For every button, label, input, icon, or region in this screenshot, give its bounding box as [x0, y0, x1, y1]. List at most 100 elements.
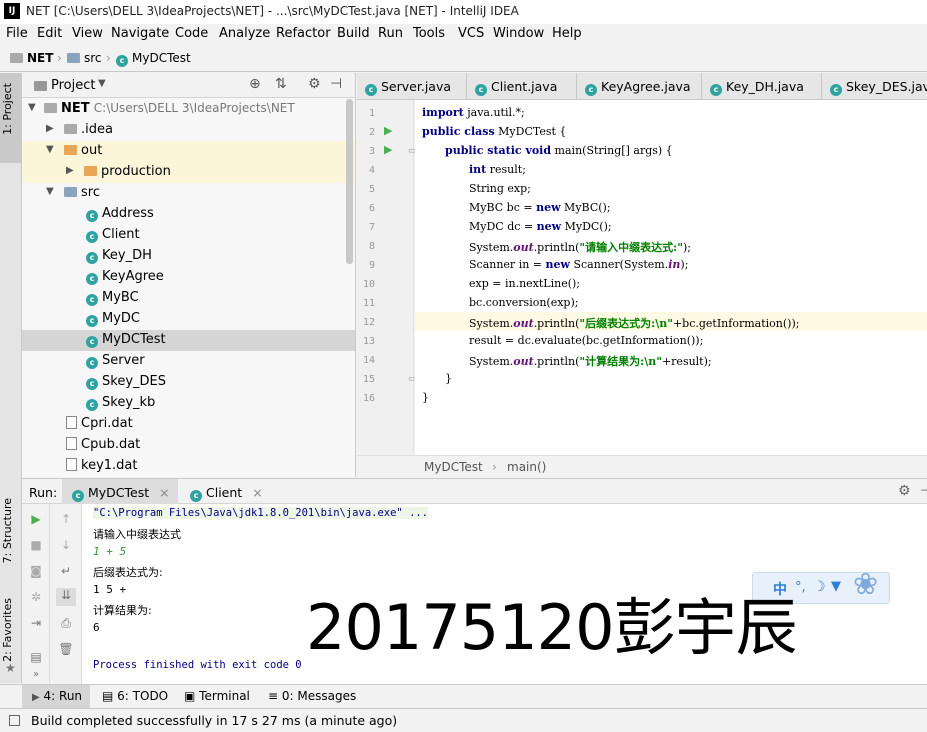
tree-item-src[interactable]: ▼ src: [22, 183, 355, 204]
tree-item-out[interactable]: ▼ out: [22, 141, 355, 162]
breadcrumb-project[interactable]: NET: [10, 51, 53, 65]
run-tab-client[interactable]: c Client ×: [180, 479, 280, 504]
camera-icon[interactable]: ◙: [28, 564, 44, 578]
tree-item-file[interactable]: Cpub.dat: [22, 435, 355, 456]
class-icon: c: [86, 336, 98, 348]
run-tab-mydctest[interactable]: c MyDCTest ×: [62, 479, 178, 504]
collapse-icon[interactable]: ⇅: [275, 76, 287, 92]
console-exit-message: Process finished with exit code 0: [93, 659, 302, 671]
console-output: 请输入中缀表达式: [93, 528, 181, 541]
tree-item-class[interactable]: c Address: [22, 204, 355, 225]
menu-analyze[interactable]: Analyze: [219, 26, 270, 41]
tab-key-dh[interactable]: c Key_DH.java: [702, 73, 822, 99]
project-view-title[interactable]: Project: [51, 78, 95, 93]
crumb-class[interactable]: MyDCTest: [424, 460, 483, 474]
menu-help[interactable]: Help: [552, 26, 582, 41]
run-class-icon[interactable]: ▶: [384, 124, 392, 137]
tree-item-production[interactable]: ▶ production: [22, 162, 355, 183]
rerun-icon[interactable]: ▶: [28, 512, 44, 526]
tree-item-net[interactable]: ▼ NET C:\Users\DELL 3\IdeaProjects\NET: [22, 99, 355, 120]
exit-icon[interactable]: ⇥: [28, 616, 44, 630]
chevron-down-icon[interactable]: ▼: [98, 78, 106, 89]
print-icon[interactable]: ⎙: [58, 616, 74, 630]
breadcrumb-src[interactable]: src: [67, 51, 102, 65]
tree-item-class[interactable]: c MyBC: [22, 288, 355, 309]
tab-keyagree[interactable]: c KeyAgree.java: [577, 73, 702, 99]
tab-client[interactable]: c Client.java: [467, 73, 577, 99]
code-editor[interactable]: import java.util.*; public class MyDCTes…: [415, 100, 927, 455]
menu-view[interactable]: View: [72, 26, 103, 41]
code-line: String exp;: [469, 182, 531, 195]
menu-refactor[interactable]: Refactor: [276, 26, 331, 41]
stop-icon[interactable]: ■: [28, 538, 44, 552]
run-main-icon[interactable]: ▶: [384, 143, 392, 156]
tool-tab-terminal[interactable]: ▣ Terminal: [184, 689, 250, 703]
tree-item-class[interactable]: c Key_DH: [22, 246, 355, 267]
arrow-down-icon[interactable]: ↓: [58, 538, 74, 552]
close-icon[interactable]: ×: [159, 485, 169, 500]
chevron-down-icon[interactable]: ▼: [28, 102, 36, 113]
project-panel-header: Project ▼ ⊕ ⇅ ⚙ ⊣: [22, 73, 355, 98]
tree-item-file[interactable]: key1.dat: [22, 456, 355, 477]
tree-item-class[interactable]: c MyDC: [22, 309, 355, 330]
window-title: NET [C:\Users\DELL 3\IdeaProjects\NET] -…: [26, 4, 519, 18]
punctuation-icon[interactable]: °,: [795, 580, 806, 595]
scroll-to-end-icon[interactable]: ⇊: [56, 588, 76, 606]
class-icon: c: [86, 273, 98, 285]
crumb-method[interactable]: main(): [507, 460, 546, 474]
tree-item-class[interactable]: c Skey_kb: [22, 393, 355, 414]
favorites-tool-tab[interactable]: 2: Favorites ★: [0, 593, 21, 683]
tab-server[interactable]: c Server.java: [357, 73, 467, 99]
editor-breadcrumbs: MyDCTest › main(): [357, 455, 927, 477]
console-input: 1 + 5: [93, 545, 127, 558]
status-icon[interactable]: [9, 715, 20, 726]
gear-icon[interactable]: ⚙: [898, 483, 911, 499]
close-icon[interactable]: ×: [252, 485, 262, 500]
menu-edit[interactable]: Edit: [37, 26, 62, 41]
settings-icon[interactable]: ✲: [28, 590, 44, 604]
chevron-right-icon: ›: [106, 51, 111, 65]
project-tool-tab[interactable]: 1: Project: [0, 73, 21, 163]
tool-tab-todo[interactable]: ▤ 6: TODO: [102, 689, 168, 703]
class-icon: c: [585, 84, 597, 96]
menu-run[interactable]: Run: [378, 26, 403, 41]
tree-item-class[interactable]: c Skey_DES: [22, 372, 355, 393]
arrow-up-icon[interactable]: ↑: [58, 512, 74, 526]
moon-icon[interactable]: ☽: [813, 579, 826, 595]
menu-build[interactable]: Build: [337, 26, 370, 41]
chevron-down-icon[interactable]: ▼: [46, 186, 54, 197]
tree-item-idea[interactable]: ▶ .idea: [22, 120, 355, 141]
menu-file[interactable]: File: [6, 26, 28, 41]
tab-skey-des[interactable]: cSkey_DES.java: [822, 73, 927, 99]
tool-tab-messages[interactable]: ≡ 0: Messages: [268, 689, 356, 703]
tree-item-file[interactable]: Cpri.dat: [22, 414, 355, 435]
tree-item-class[interactable]: c Server: [22, 351, 355, 372]
menu-tools[interactable]: Tools: [413, 26, 445, 41]
trash-icon[interactable]: 🗑: [58, 642, 74, 656]
project-scrollbar[interactable]: [346, 99, 353, 264]
tool-tab-run[interactable]: ▶ 4: Run: [22, 685, 90, 708]
tree-item-selected[interactable]: c MyDCTest: [22, 330, 355, 351]
structure-tool-tab[interactable]: 7: Structure: [0, 493, 21, 583]
hide-icon[interactable]: ⊣: [330, 76, 342, 92]
chevron-right-icon[interactable]: ▶: [66, 165, 74, 176]
layout-icon[interactable]: ▤: [28, 650, 44, 664]
tree-item-class[interactable]: c KeyAgree: [22, 267, 355, 288]
menu-code[interactable]: Code: [175, 26, 208, 41]
chevron-right-icon[interactable]: ▶: [46, 123, 54, 134]
skin-icon[interactable]: ▼: [831, 579, 841, 594]
locate-icon[interactable]: ⊕: [249, 76, 261, 92]
tree-item-class[interactable]: c Client: [22, 225, 355, 246]
hide-icon[interactable]: ⊣: [920, 483, 927, 499]
more-icon[interactable]: »: [28, 668, 44, 682]
gear-icon[interactable]: ⚙: [308, 76, 321, 92]
code-line: MyDC dc = new MyDC();: [469, 220, 612, 233]
soft-wrap-icon[interactable]: ↵: [58, 564, 74, 578]
class-icon: c: [710, 84, 722, 96]
chevron-down-icon[interactable]: ▼: [46, 144, 54, 155]
menu-window[interactable]: Window: [493, 26, 544, 41]
menu-navigate[interactable]: Navigate: [111, 26, 169, 41]
menu-vcs[interactable]: VCS: [458, 26, 484, 41]
breadcrumb-file[interactable]: c MyDCTest: [116, 51, 191, 67]
project-panel: Project ▼ ⊕ ⇅ ⚙ ⊣ ▼ NET C:\Users\DELL 3\…: [22, 73, 356, 477]
